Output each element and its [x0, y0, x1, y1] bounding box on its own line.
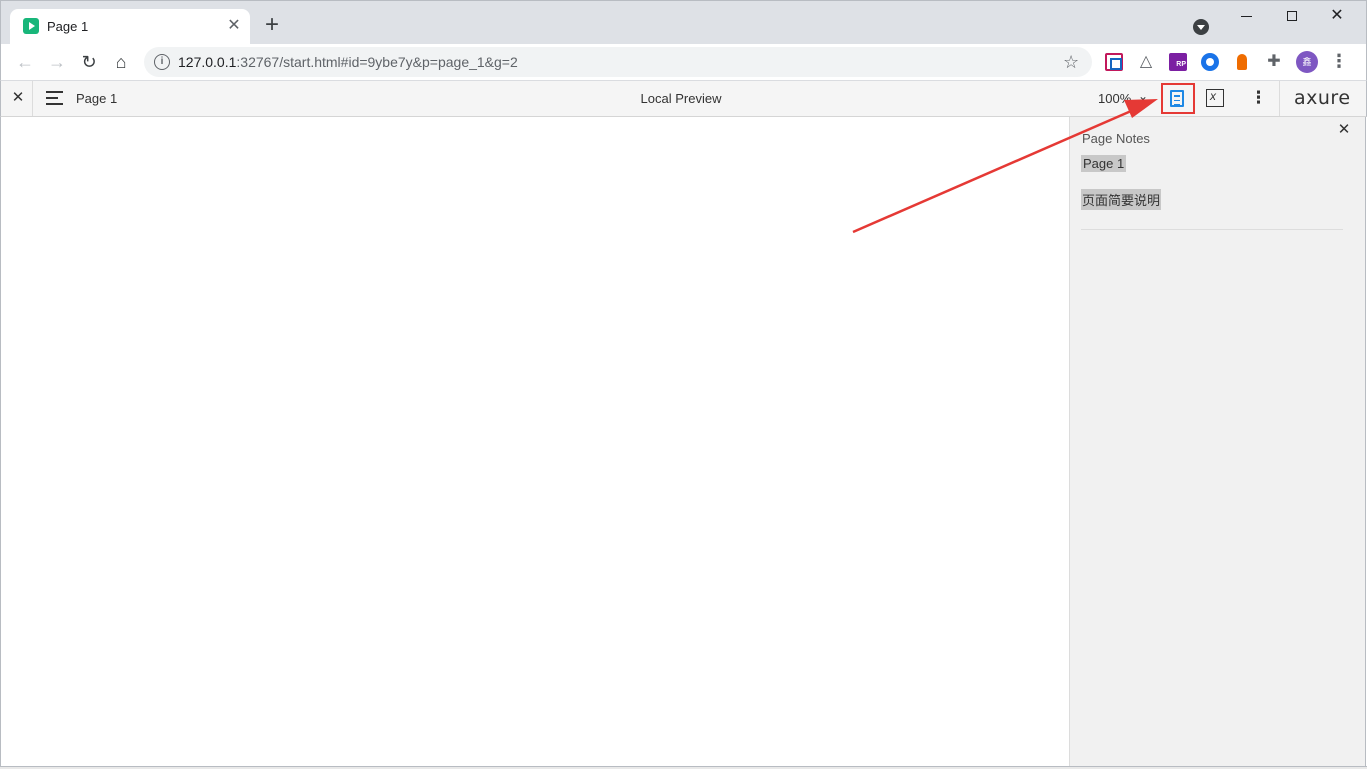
back-arrow-icon[interactable]: ←: [12, 49, 38, 75]
notes-heading: Page Notes: [1082, 131, 1150, 146]
maximize-button[interactable]: [1269, 5, 1315, 29]
bookmark-star-icon[interactable]: ☆: [1063, 51, 1079, 73]
axure-favicon-icon: [23, 18, 39, 34]
tab-search-icon[interactable]: [1193, 19, 1209, 35]
more-options-icon[interactable]: ⋮: [1250, 88, 1267, 108]
notes-icon: [1170, 90, 1184, 107]
minimize-button[interactable]: [1223, 5, 1269, 29]
page-notes-panel: ✕ Page Notes Page 1 页面简要说明: [1069, 117, 1366, 767]
site-info-icon[interactable]: i: [154, 54, 170, 70]
prototype-canvas: [0, 117, 1069, 767]
close-notes-icon[interactable]: ✕: [1337, 122, 1351, 137]
forward-arrow-icon[interactable]: →: [44, 49, 70, 75]
header-divider: [1279, 81, 1280, 116]
extension-triangle-icon[interactable]: △: [1137, 53, 1155, 71]
page-notes-button[interactable]: [1161, 83, 1195, 114]
extension-square-icon[interactable]: [1105, 53, 1123, 71]
chevron-down-icon[interactable]: ⌄: [1138, 89, 1148, 103]
tab-title: Page 1: [47, 19, 89, 34]
browser-tab-strip: Page 1 ✕ + ✕: [0, 0, 1367, 45]
url-host: 127.0.0.1: [178, 54, 237, 70]
home-icon[interactable]: ⌂: [108, 49, 134, 75]
zoom-select[interactable]: 100%: [1098, 91, 1131, 106]
axure-logo: axure: [1294, 87, 1351, 109]
new-tab-button[interactable]: +: [259, 13, 285, 39]
browser-menu-icon[interactable]: ⋮: [1330, 49, 1348, 75]
profile-avatar[interactable]: 鑫: [1296, 51, 1318, 73]
address-bar[interactable]: i 127.0.0.1:32767/start.html#id=9ybe7y&p…: [144, 47, 1092, 77]
header-divider: [32, 81, 33, 116]
browser-toolbar: ← → ↻ ⌂ i 127.0.0.1:32767/start.html#id=…: [0, 44, 1367, 80]
axure-preview-header: ✕ Page 1 Local Preview 100% ⌄ ⋮ axure: [0, 80, 1367, 117]
notes-page-name: Page 1: [1081, 155, 1127, 172]
extension-lighthouse-icon[interactable]: [1233, 53, 1251, 71]
page-note-text: 页面简要说明: [1081, 189, 1162, 210]
reload-icon[interactable]: ↻: [76, 49, 102, 75]
inspect-icon[interactable]: [1206, 89, 1224, 107]
browser-tab[interactable]: Page 1 ✕: [10, 9, 250, 45]
preview-title: Local Preview: [640, 91, 722, 106]
extension-rp-icon[interactable]: RP: [1169, 53, 1187, 71]
url-path: :32767/start.html#id=9ybe7y&p=page_1&g=2: [236, 54, 518, 70]
sitemap-menu-icon[interactable]: [46, 91, 63, 105]
close-preview-icon[interactable]: ✕: [10, 90, 26, 106]
current-page-name[interactable]: Page 1: [76, 91, 117, 106]
extensions-puzzle-icon[interactable]: ✚: [1265, 53, 1283, 71]
tab-close-icon[interactable]: ✕: [226, 18, 242, 34]
extension-circle-icon[interactable]: [1201, 53, 1219, 71]
url-text[interactable]: 127.0.0.1:32767/start.html#id=9ybe7y&p=p…: [178, 54, 518, 70]
window-close-button[interactable]: ✕: [1314, 5, 1360, 29]
notes-divider: [1081, 229, 1343, 230]
